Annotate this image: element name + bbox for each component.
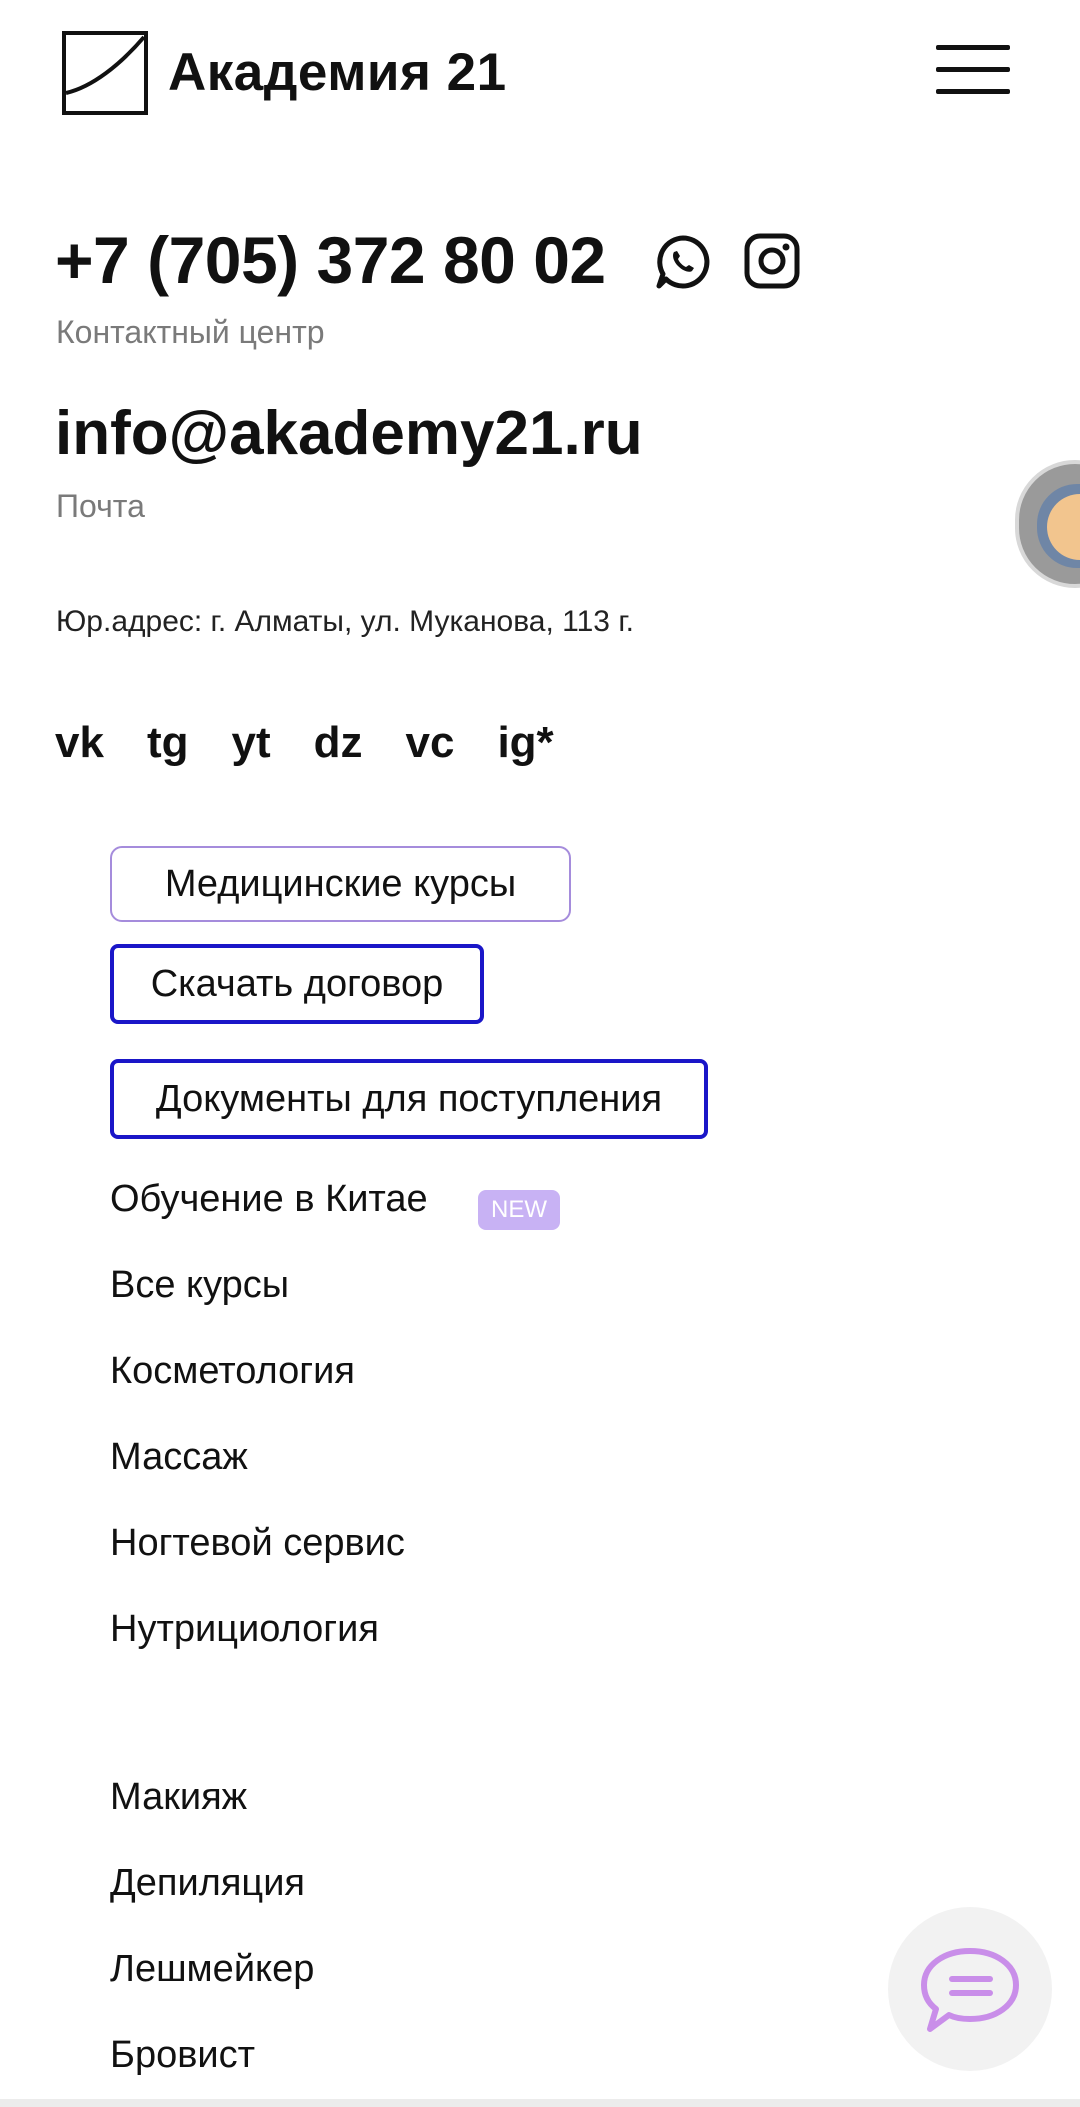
social-link-vk[interactable]: vk xyxy=(55,718,104,768)
page: Академия 21 +7 (705) 372 80 02 Контактны… xyxy=(0,0,1080,2107)
social-link-dz[interactable]: dz xyxy=(314,718,363,768)
legal-address: Юр.адрес: г. Алматы, ул. Муканова, 113 г… xyxy=(56,605,634,638)
phone-number[interactable]: +7 (705) 372 80 02 xyxy=(55,222,606,298)
menu-item-all-courses[interactable]: Все курсы xyxy=(110,1264,289,1307)
brand-name[interactable]: Академия 21 xyxy=(168,42,507,103)
social-link-tg[interactable]: tg xyxy=(147,718,189,768)
whatsapp-icon[interactable] xyxy=(654,233,712,291)
hamburger-menu-icon[interactable] xyxy=(936,42,1010,98)
menu-item-cosmetology[interactable]: Косметология xyxy=(110,1350,355,1393)
instagram-icon[interactable] xyxy=(744,233,800,289)
menu-item-brows[interactable]: Бровист xyxy=(110,2034,255,2077)
menu-item-lashmaker[interactable]: Лешмейкер xyxy=(110,1948,314,1991)
phone-caption: Контактный центр xyxy=(56,314,325,350)
social-links: vk tg yt dz vc ig* xyxy=(55,718,597,768)
social-link-ig[interactable]: ig* xyxy=(497,718,553,768)
menu-item-makeup[interactable]: Макияж xyxy=(110,1776,247,1819)
logo-mark-icon[interactable] xyxy=(62,31,148,115)
social-link-yt[interactable]: yt xyxy=(231,718,270,768)
menu-item-depilation[interactable]: Депиляция xyxy=(110,1862,305,1905)
chat-bubble-icon xyxy=(921,1948,1019,2032)
email-caption: Почта xyxy=(56,488,145,524)
chat-button[interactable] xyxy=(888,1907,1052,2071)
menu-item-nutrition[interactable]: Нутрициология xyxy=(110,1608,379,1651)
admission-documents-button[interactable]: Документы для поступления xyxy=(110,1059,708,1139)
menu-item-massage[interactable]: Массаж xyxy=(110,1436,248,1479)
menu-item-china[interactable]: Обучение в Китае xyxy=(110,1178,428,1221)
bottom-edge xyxy=(0,2099,1080,2107)
menu-item-nail-service[interactable]: Ногтевой сервис xyxy=(110,1522,405,1565)
new-badge: NEW xyxy=(478,1190,560,1230)
social-link-vc[interactable]: vc xyxy=(406,718,455,768)
download-contract-button[interactable]: Скачать договор xyxy=(110,944,484,1024)
medical-courses-button[interactable]: Медицинские курсы xyxy=(110,846,571,922)
email-link[interactable]: info@akademy21.ru xyxy=(55,398,643,469)
side-widget-button[interactable] xyxy=(1015,460,1080,588)
